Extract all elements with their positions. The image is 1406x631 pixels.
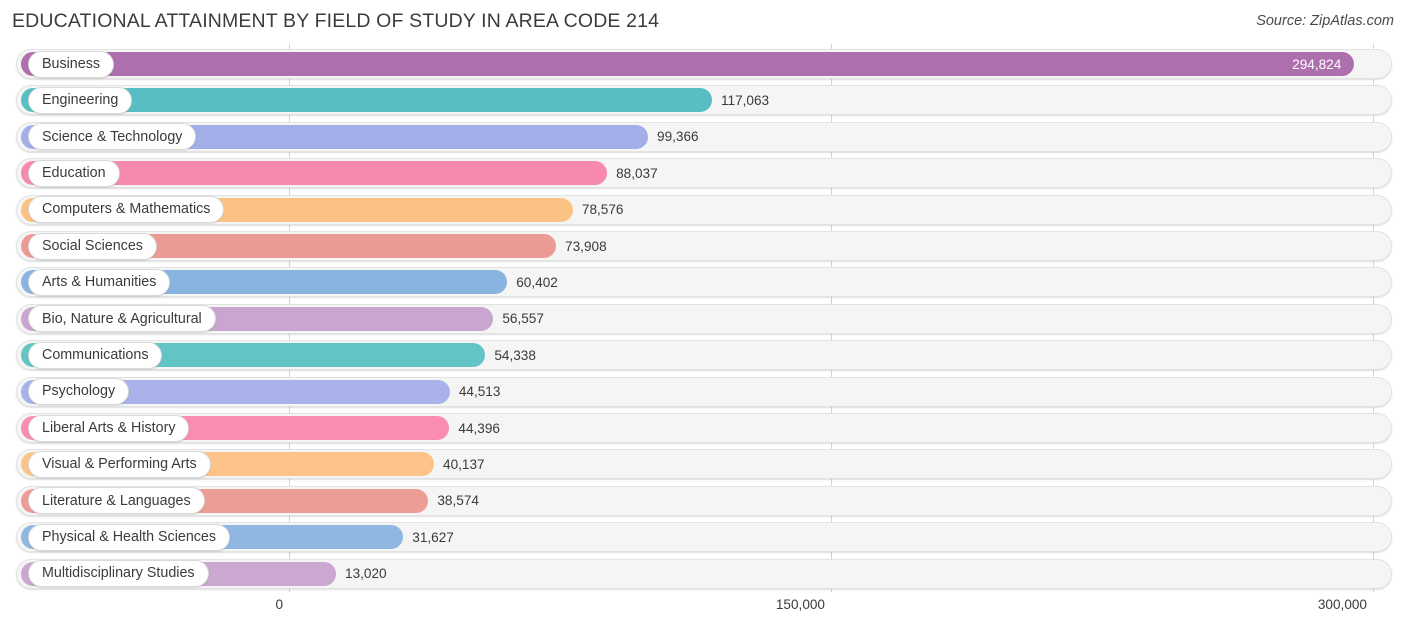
bar-row[interactable]: Education 88,037 — [0, 155, 1406, 191]
bar-row[interactable]: Bio, Nature & Agricultural 56,557 — [0, 301, 1406, 337]
category-label-pill: Visual & Performing Arts — [28, 450, 211, 478]
bar-row[interactable]: Computers & Mathematics 78,576 — [0, 192, 1406, 228]
bar-value-label: 13,020 — [345, 566, 387, 582]
bar-value-label: 294,824 — [1292, 56, 1342, 72]
bar-row[interactable]: Literature & Languages 38,574 — [0, 483, 1406, 519]
chart-header: EDUCATIONAL ATTAINMENT BY FIELD OF STUDY… — [0, 0, 1406, 44]
category-label-pill: Social Sciences — [28, 232, 157, 260]
category-label-pill: Bio, Nature & Agricultural — [28, 305, 216, 333]
bar-row[interactable]: Multidisciplinary Studies 13,020 — [0, 556, 1406, 592]
bar-row[interactable]: Engineering 117,063 — [0, 82, 1406, 118]
category-label-pill: Liberal Arts & History — [28, 414, 190, 442]
category-label-pill: Engineering — [28, 86, 133, 114]
chart-plot-area: Business 294,824 Engineering 117,063 Science… — [0, 44, 1406, 592]
x-axis: 0 150,000 300,000 — [0, 592, 1406, 631]
category-label-pill: Multidisciplinary Studies — [28, 560, 209, 588]
source-attribution: Source: ZipAtlas.com — [1256, 13, 1394, 29]
page-title: EDUCATIONAL ATTAINMENT BY FIELD OF STUDY… — [12, 10, 660, 32]
category-label-pill: Computers & Mathematics — [28, 196, 225, 224]
category-label-pill: Psychology — [28, 378, 130, 406]
bar-value-label: 88,037 — [616, 165, 658, 181]
category-label: Science & Technology — [42, 128, 183, 145]
bar-value-label: 117,063 — [720, 93, 770, 109]
x-axis-tick-label: 300,000 — [1317, 597, 1367, 612]
category-label: Computers & Mathematics — [42, 201, 211, 218]
bar-value-label: 99,366 — [657, 129, 699, 145]
category-label-pill: Arts & Humanities — [28, 268, 171, 296]
category-label-pill: Science & Technology — [28, 123, 197, 151]
bar-row[interactable]: Liberal Arts & History 44,396 — [0, 410, 1406, 446]
category-label: Liberal Arts & History — [42, 419, 176, 436]
category-label: Social Sciences — [42, 237, 143, 254]
bar-rows: Business 294,824 Engineering 117,063 Science… — [0, 44, 1406, 592]
bar-value-label: 54,338 — [494, 347, 536, 363]
category-label-pill: Business — [28, 50, 115, 78]
category-label-pill: Literature & Languages — [28, 487, 205, 515]
bar-row[interactable]: Business 294,824 — [0, 46, 1406, 82]
bar-value-label: 44,396 — [458, 420, 500, 436]
category-label: Bio, Nature & Agricultural — [42, 310, 202, 327]
bar-row[interactable]: Science & Technology 99,366 — [0, 119, 1406, 155]
category-label: Arts & Humanities — [42, 274, 157, 291]
category-label: Physical & Health Sciences — [42, 529, 217, 546]
bar-row[interactable]: Communications 54,338 — [0, 337, 1406, 373]
bar-value-label: 44,513 — [458, 384, 501, 400]
category-label: Multidisciplinary Studies — [42, 565, 195, 582]
category-label: Business — [42, 55, 101, 72]
category-label: Psychology — [42, 383, 116, 400]
bar-row[interactable]: Psychology 44,513 — [0, 374, 1406, 410]
category-label-pill: Education — [28, 159, 120, 187]
bar[interactable] — [21, 52, 1355, 76]
bar-value-label: 40,137 — [443, 457, 485, 473]
bar-row[interactable]: Social Sciences 73,908 — [0, 228, 1406, 264]
category-label: Visual & Performing Arts — [42, 456, 197, 473]
bar-value-label: 78,576 — [581, 202, 624, 218]
category-label: Engineering — [42, 92, 119, 109]
category-label: Education — [42, 165, 106, 182]
bar-value-label: 31,627 — [412, 529, 454, 545]
bar-value-label: 60,402 — [516, 275, 558, 291]
x-axis-tick-label: 0 — [275, 597, 283, 612]
bar-value-label: 38,574 — [437, 493, 479, 509]
category-label-pill: Physical & Health Sciences — [28, 523, 231, 551]
bar-row[interactable]: Physical & Health Sciences 31,627 — [0, 519, 1406, 555]
bar-row[interactable]: Visual & Performing Arts 40,137 — [0, 446, 1406, 482]
bar-value-label: 73,908 — [565, 238, 607, 254]
category-label: Communications — [42, 347, 149, 364]
category-label: Literature & Languages — [42, 492, 191, 509]
x-axis-tick-label: 150,000 — [775, 597, 825, 612]
bar-value-label: 56,557 — [502, 311, 544, 327]
category-label-pill: Communications — [28, 341, 163, 369]
bar-row[interactable]: Arts & Humanities 60,402 — [0, 264, 1406, 300]
